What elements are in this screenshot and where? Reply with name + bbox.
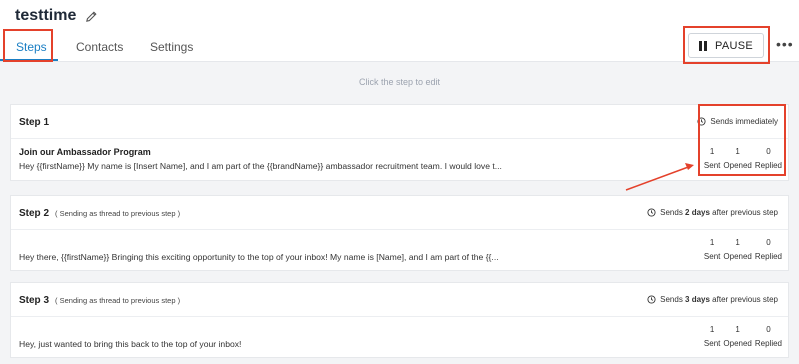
sends-schedule: Sends 2 days after previous step (647, 208, 778, 217)
clock-icon (697, 117, 706, 126)
stat-sent: 1 Sent (703, 325, 721, 348)
active-tab-indicator (0, 59, 58, 61)
step-card-header: Step 1 Sends immediately (11, 105, 788, 139)
tab-settings[interactable]: Settings (150, 33, 193, 61)
step-card-header: Step 3( Sending as thread to previous st… (11, 283, 788, 317)
pause-icon (699, 40, 707, 51)
tab-steps[interactable]: Steps (16, 33, 47, 61)
campaign-title-row: testtime (15, 7, 98, 25)
step-stats: 1 Sent 1 Opened 0 Replied (704, 147, 782, 170)
step-card-1[interactable]: Step 1 Sends immediately Join our Ambass… (10, 104, 789, 181)
stat-sent: 1 Sent (703, 147, 721, 170)
stat-replied: 0 Replied (754, 325, 782, 348)
step-label: Step 2( Sending as thread to previous st… (19, 208, 181, 219)
tab-contacts[interactable]: Contacts (76, 33, 123, 61)
sends-schedule: Sends immediately (697, 117, 778, 126)
clock-icon (647, 208, 656, 217)
stat-opened: 1 Opened (723, 325, 752, 348)
step-label: Step 3( Sending as thread to previous st… (19, 295, 181, 306)
campaign-title: testtime (15, 7, 77, 24)
step-body-preview: Hey {{firstName}} My name is [Insert Nam… (19, 161, 502, 171)
stat-replied: 0 Replied (754, 147, 782, 170)
stat-sent: 1 Sent (703, 238, 721, 261)
step-body-preview: Hey, just wanted to bring this back to t… (19, 339, 242, 349)
stat-replied: 0 Replied (754, 238, 782, 261)
step-label: Step 1 (19, 117, 50, 128)
edit-hint: Click the step to edit (358, 77, 441, 87)
step-stats: 1 Sent 1 Opened 0 Replied (704, 325, 782, 348)
step-card-2[interactable]: Step 2( Sending as thread to previous st… (10, 195, 789, 271)
step-subject: Join our Ambassador Program (19, 147, 151, 157)
step-card-3[interactable]: Step 3( Sending as thread to previous st… (10, 282, 789, 358)
more-options-button[interactable]: ••• (776, 36, 794, 52)
sends-schedule: Sends 3 days after previous step (647, 295, 778, 304)
pause-button-label: PAUSE (715, 39, 753, 52)
clock-icon (647, 295, 656, 304)
stat-opened: 1 Opened (723, 238, 752, 261)
step-body-preview: Hey there, {{firstName}} Bringing this e… (19, 252, 499, 262)
pencil-icon[interactable] (85, 10, 98, 23)
stat-opened: 1 Opened (723, 147, 752, 170)
pause-button[interactable]: PAUSE (688, 33, 764, 58)
step-stats: 1 Sent 1 Opened 0 Replied (704, 238, 782, 261)
campaign-header: testtime Steps Contacts Settings PAUSE •… (0, 0, 799, 62)
step-card-header: Step 2( Sending as thread to previous st… (11, 196, 788, 230)
